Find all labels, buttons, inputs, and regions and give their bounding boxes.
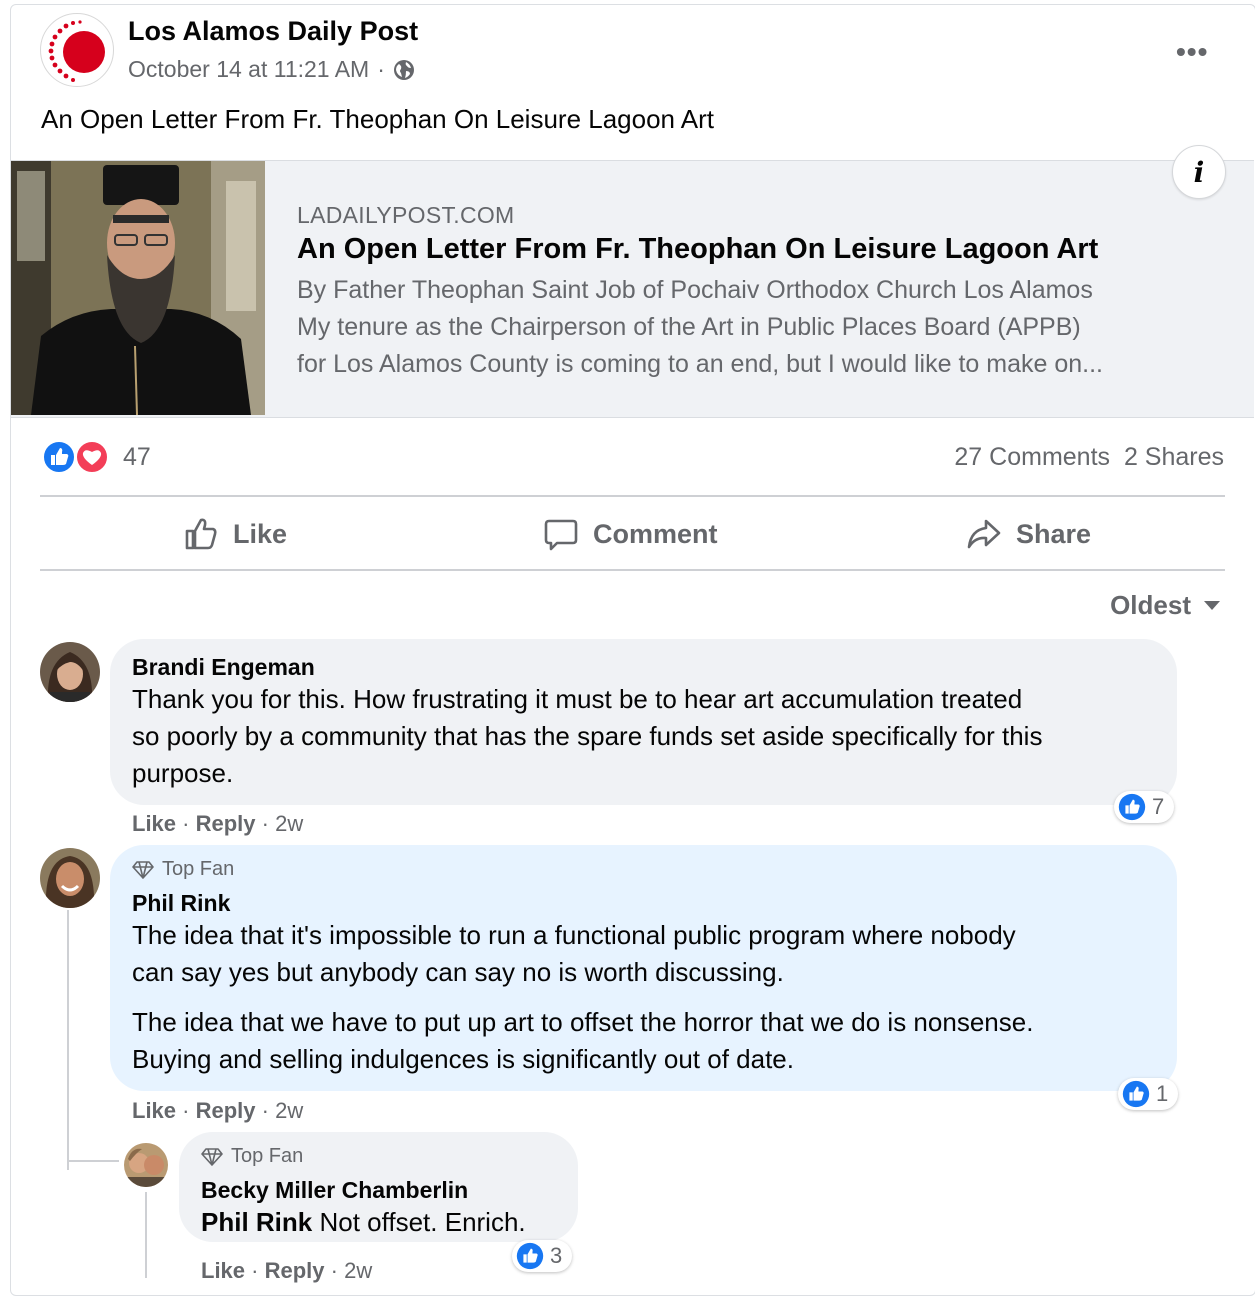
comment-text: The idea that it's impossible to run a f… [132, 917, 1016, 991]
shares-count[interactable]: 2 Shares [1124, 443, 1224, 471]
comment-line: so poorly by a community that has the sp… [132, 721, 1043, 751]
link-description-line: My tenure as the Chairperson of the Art … [297, 313, 1081, 341]
comment-text: Phil Rink Not offset. Enrich. [201, 1204, 526, 1241]
share-label: Share [1016, 518, 1092, 549]
comment-like-link[interactable]: Like [132, 1098, 176, 1123]
comment-line: can say yes but anybody can say no is wo… [132, 957, 784, 987]
link-title[interactable]: An Open Letter From Fr. Theophan On Leis… [297, 233, 1098, 266]
comment-sort-dropdown[interactable]: Oldest [1110, 590, 1221, 621]
comment-like-count[interactable]: 7 [1114, 791, 1175, 823]
comment-age[interactable]: 2w [275, 1098, 303, 1123]
avatar[interactable] [40, 642, 100, 702]
comment-meta: Like · Reply · 2w [201, 1258, 373, 1283]
like-icon [516, 1242, 544, 1270]
comment-like-count[interactable]: 3 [512, 1240, 573, 1272]
link-domain: LADAILYPOST.COM [297, 202, 515, 228]
comment-like-count[interactable]: 1 [1118, 1078, 1179, 1110]
comment-line: The idea that it's impossible to run a f… [132, 920, 1016, 950]
like-icon [1118, 793, 1146, 821]
thread-line [67, 1160, 119, 1162]
comment-line: Buying and selling indulgences is signif… [132, 1044, 794, 1074]
like-icon [42, 440, 76, 474]
more-options-button[interactable]: ••• [1176, 36, 1208, 68]
comment-line: Not offset. Enrich. [312, 1207, 526, 1237]
comment-text: Thank you for this. How frustrating it m… [132, 681, 1042, 792]
page-avatar[interactable] [40, 13, 114, 87]
divider [40, 569, 1225, 571]
like-icon [1122, 1080, 1150, 1108]
sort-label: Oldest [1110, 590, 1191, 620]
separator: · [377, 56, 385, 82]
like-count: 1 [1156, 1081, 1169, 1106]
comment-age[interactable]: 2w [344, 1258, 372, 1283]
link-thumbnail[interactable] [11, 161, 265, 415]
mention-link[interactable]: Phil Rink [201, 1207, 312, 1237]
priest-photo [11, 161, 265, 415]
like-count: 7 [1152, 794, 1165, 819]
comment-author[interactable]: Phil Rink [132, 890, 230, 917]
info-button[interactable]: i [1172, 145, 1226, 199]
avatar[interactable] [124, 1143, 168, 1187]
comment-line: purpose. [132, 758, 234, 788]
thread-line [67, 910, 69, 1170]
comment-meta: Like · Reply · 2w [132, 1098, 304, 1123]
comment-age[interactable]: 2w [275, 811, 303, 836]
top-fan-badge[interactable]: Top Fan [201, 1145, 303, 1168]
info-icon: i [1193, 155, 1205, 189]
daily-post-logo-icon [48, 20, 105, 82]
comment-author[interactable]: Becky Miller Chamberlin [201, 1177, 468, 1204]
comment-text: The idea that we have to put up art to o… [132, 1004, 1033, 1078]
love-icon [75, 440, 109, 474]
comment-line: The idea that we have to put up art to o… [132, 1007, 1034, 1037]
comment-meta: Like · Reply · 2w [132, 811, 304, 836]
like-count: 3 [550, 1243, 563, 1268]
caret-down-icon [1204, 600, 1220, 610]
post-timestamp: October 14 at 11:21 AM · [128, 56, 415, 83]
diamond-icon [132, 860, 154, 879]
badge-label: Top Fan [162, 858, 235, 880]
post-time-text[interactable]: October 14 at 11:21 AM [128, 56, 369, 83]
comment-reply-link[interactable]: Reply [196, 1098, 256, 1123]
thumbs-up-icon [185, 518, 217, 550]
comment-label: Comment [593, 518, 718, 549]
comment-like-link[interactable]: Like [201, 1258, 245, 1283]
share-button[interactable]: Share [966, 512, 1091, 556]
top-fan-badge[interactable]: Top Fan [132, 858, 234, 881]
comment-reply-link[interactable]: Reply [265, 1258, 325, 1283]
comment-icon [544, 519, 578, 551]
globe-icon[interactable] [393, 59, 415, 81]
engagement-counts: 27 Comments 2 Shares [954, 443, 1224, 472]
comment-like-link[interactable]: Like [132, 811, 176, 836]
reactions-summary[interactable] [42, 440, 112, 474]
link-description-line: for Los Alamos County is coming to an en… [297, 350, 1103, 378]
link-description-line: By Father Theophan Saint Job of Pochaiv … [297, 276, 1093, 304]
comments-count[interactable]: 27 Comments [954, 443, 1110, 471]
like-label: Like [233, 518, 288, 549]
avatar[interactable] [40, 848, 100, 908]
comment-reply-link[interactable]: Reply [196, 811, 256, 836]
page-name[interactable]: Los Alamos Daily Post [128, 16, 418, 47]
reaction-count[interactable]: 47 [123, 443, 151, 472]
like-button[interactable]: Like [183, 512, 287, 556]
comment-author[interactable]: Brandi Engeman [132, 654, 315, 681]
share-icon [967, 519, 1001, 549]
link-description: By Father Theophan Saint Job of Pochaiv … [297, 272, 1232, 383]
thread-line [145, 1192, 147, 1278]
divider [40, 495, 1225, 497]
comment-line: Thank you for this. How frustrating it m… [132, 684, 1023, 714]
post-text: An Open Letter From Fr. Theophan On Leis… [41, 104, 715, 134]
badge-label: Top Fan [231, 1145, 304, 1167]
diamond-icon [201, 1147, 223, 1166]
comment-button[interactable]: Comment [543, 512, 718, 556]
